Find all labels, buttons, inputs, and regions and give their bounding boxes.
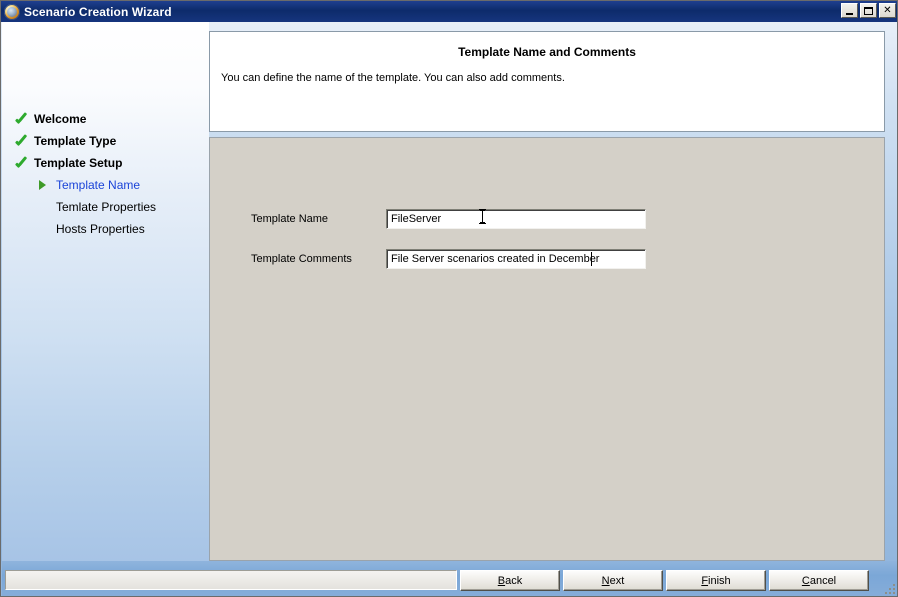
page-header-panel: Template Name and Comments You can defin… [209,31,885,132]
template-name-row: Template Name [251,208,646,230]
check-icon [16,113,34,125]
sidebar-item-label: Temlate Properties [56,200,157,214]
arrow-icon [38,180,56,190]
back-button[interactable]: Back [460,570,560,591]
template-comments-label: Template Comments [251,253,352,265]
check-icon [16,157,34,169]
back-button-label: Back [497,574,523,587]
sidebar-item-template-properties[interactable]: Temlate Properties [16,196,206,218]
close-icon: ✕ [883,4,892,16]
template-comments-input-wrap [386,249,646,269]
sidebar-item-label: Template Type [34,134,117,148]
template-name-input[interactable] [386,209,646,229]
maximize-button[interactable] [860,3,877,18]
wizard-step-list: Welcome Template Type Template Setup Tem… [16,108,206,240]
template-name-label: Template Name [251,213,329,225]
window-controls: ✕ [841,3,896,18]
window-title: Scenario Creation Wizard [24,4,172,19]
page-title: Template Name and Comments [458,45,636,59]
close-button[interactable]: ✕ [879,3,896,18]
cancel-button[interactable]: Cancel [769,570,869,591]
wizard-sidebar: Welcome Template Type Template Setup Tem… [2,22,209,561]
sidebar-item-label: Hosts Properties [56,222,145,236]
sidebar-item-template-type[interactable]: Template Type [16,130,206,152]
status-bar [5,570,457,590]
sidebar-item-label: Welcome [34,112,87,126]
page-description: You can define the name of the template.… [221,72,565,84]
title-bar: Scenario Creation Wizard ✕ [1,1,897,22]
sidebar-item-template-name[interactable]: Template Name [16,174,206,196]
template-comments-row: Template Comments [251,248,646,270]
finish-button[interactable]: Finish [666,570,766,591]
check-icon [16,135,34,147]
minimize-button[interactable] [841,3,858,18]
sidebar-item-template-setup[interactable]: Template Setup [16,152,206,174]
sidebar-item-label: Template Name [56,178,141,192]
wizard-window: Scenario Creation Wizard ✕ Welcome Templ… [0,0,898,597]
dialog-button-bar: Back Next Finish Cancel [460,570,869,591]
page-body-panel: Template Name Template Comments [209,137,885,561]
template-name-input-wrap [386,209,646,229]
sidebar-item-hosts-properties[interactable]: Hosts Properties [16,218,206,240]
finish-button-label: Finish [701,574,731,587]
next-button-label: Next [601,574,625,587]
next-button[interactable]: Next [563,570,663,591]
cancel-button-label: Cancel [801,574,837,587]
resize-grip[interactable] [881,580,895,594]
template-comments-input[interactable] [386,249,646,269]
sidebar-item-welcome[interactable]: Welcome [16,108,206,130]
sidebar-item-label: Template Setup [34,156,123,170]
footer-bar: Back Next Finish Cancel [2,561,897,596]
globe-icon [4,3,20,20]
text-caret [591,252,592,266]
